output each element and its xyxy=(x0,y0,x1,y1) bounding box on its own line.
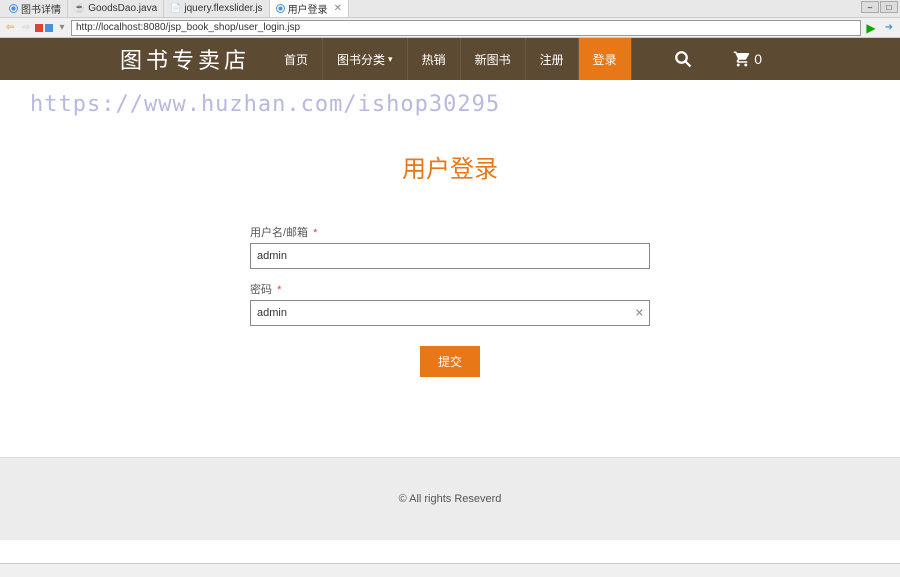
home-button[interactable] xyxy=(45,24,53,32)
password-input-wrap: ✕ xyxy=(250,300,650,326)
minimize-button[interactable]: ‒ xyxy=(861,1,879,13)
password-group: 密码 * ✕ xyxy=(250,281,650,326)
globe-icon xyxy=(276,4,285,13)
clear-icon[interactable]: ✕ xyxy=(635,307,644,320)
login-form-container: 用户登录 用户名/邮箱 * 密码 * ✕ 提交 xyxy=(130,129,770,437)
java-icon: ☕ xyxy=(74,3,85,14)
nav-register[interactable]: 注册 xyxy=(526,38,579,80)
submit-row: 提交 xyxy=(250,346,650,377)
maximize-button[interactable]: □ xyxy=(880,1,898,13)
tab-label: jquery.flexslider.js xyxy=(184,3,262,14)
watermark-text: https://www.huzhan.com/ishop30295 xyxy=(0,80,900,129)
browser-tab[interactable]: 图书详情 xyxy=(3,0,68,17)
dropdown-icon[interactable]: ▾ xyxy=(55,21,69,35)
footer-text: © All rights Reseverd xyxy=(399,493,502,505)
cart-button[interactable]: 0 xyxy=(724,38,770,80)
page-title: 用户登录 xyxy=(130,149,770,184)
stop-button[interactable] xyxy=(35,24,43,32)
status-bar xyxy=(0,563,900,577)
forward-button[interactable]: ⇨ xyxy=(19,21,33,35)
main-nav: 首页 图书分类 热销 新图书 注册 登录 xyxy=(270,38,632,80)
site-logo[interactable]: 图书专卖店 xyxy=(120,43,250,75)
required-mark: * xyxy=(313,227,317,239)
site-header: 图书专卖店 首页 图书分类 热销 新图书 注册 登录 0 xyxy=(0,38,900,80)
required-mark: * xyxy=(277,284,281,296)
goto-button[interactable]: ➜ xyxy=(881,20,897,36)
browser-tab[interactable]: ☕ GoodsDao.java xyxy=(68,0,164,17)
close-icon[interactable]: ✕ xyxy=(334,3,342,14)
browser-tab-active[interactable]: 用户登录 ✕ xyxy=(270,0,349,17)
search-icon xyxy=(674,50,692,68)
site-footer: © All rights Reseverd xyxy=(0,457,900,540)
cart-icon xyxy=(732,50,752,68)
browser-tab-bar: 图书详情 ☕ GoodsDao.java 📄 jquery.flexslider… xyxy=(0,0,900,18)
browser-tab[interactable]: 📄 jquery.flexslider.js xyxy=(164,0,269,17)
submit-button[interactable]: 提交 xyxy=(420,346,480,377)
nav-home[interactable]: 首页 xyxy=(270,38,323,80)
label-text: 用户名/邮箱 xyxy=(250,227,308,239)
username-label: 用户名/邮箱 * xyxy=(250,224,650,240)
label-text: 密码 xyxy=(250,284,272,296)
tab-label: GoodsDao.java xyxy=(88,3,157,14)
address-bar: ⇦ ⇨ ▾ ▶ ➜ xyxy=(0,18,900,38)
header-right: 0 xyxy=(662,38,900,80)
search-button[interactable] xyxy=(662,38,704,80)
nav-new[interactable]: 新图书 xyxy=(461,38,526,80)
globe-icon xyxy=(9,4,18,13)
password-input[interactable] xyxy=(250,300,650,326)
window-controls: ‒ □ xyxy=(861,1,898,13)
password-label: 密码 * xyxy=(250,281,650,297)
url-input[interactable] xyxy=(71,20,861,36)
nav-categories[interactable]: 图书分类 xyxy=(323,38,408,80)
go-button[interactable]: ▶ xyxy=(863,20,879,36)
cart-count: 0 xyxy=(754,51,762,67)
back-button[interactable]: ⇦ xyxy=(3,21,17,35)
nav-hot[interactable]: 热销 xyxy=(408,38,461,80)
tab-label: 用户登录 xyxy=(288,1,328,16)
nav-login[interactable]: 登录 xyxy=(579,38,632,80)
tab-label: 图书详情 xyxy=(21,1,61,16)
page-content: 图书专卖店 首页 图书分类 热销 新图书 注册 登录 0 https://www… xyxy=(0,38,900,540)
username-input[interactable] xyxy=(250,243,650,269)
js-icon: 📄 xyxy=(170,3,181,14)
login-form: 用户名/邮箱 * 密码 * ✕ 提交 xyxy=(130,224,770,377)
username-group: 用户名/邮箱 * xyxy=(250,224,650,269)
